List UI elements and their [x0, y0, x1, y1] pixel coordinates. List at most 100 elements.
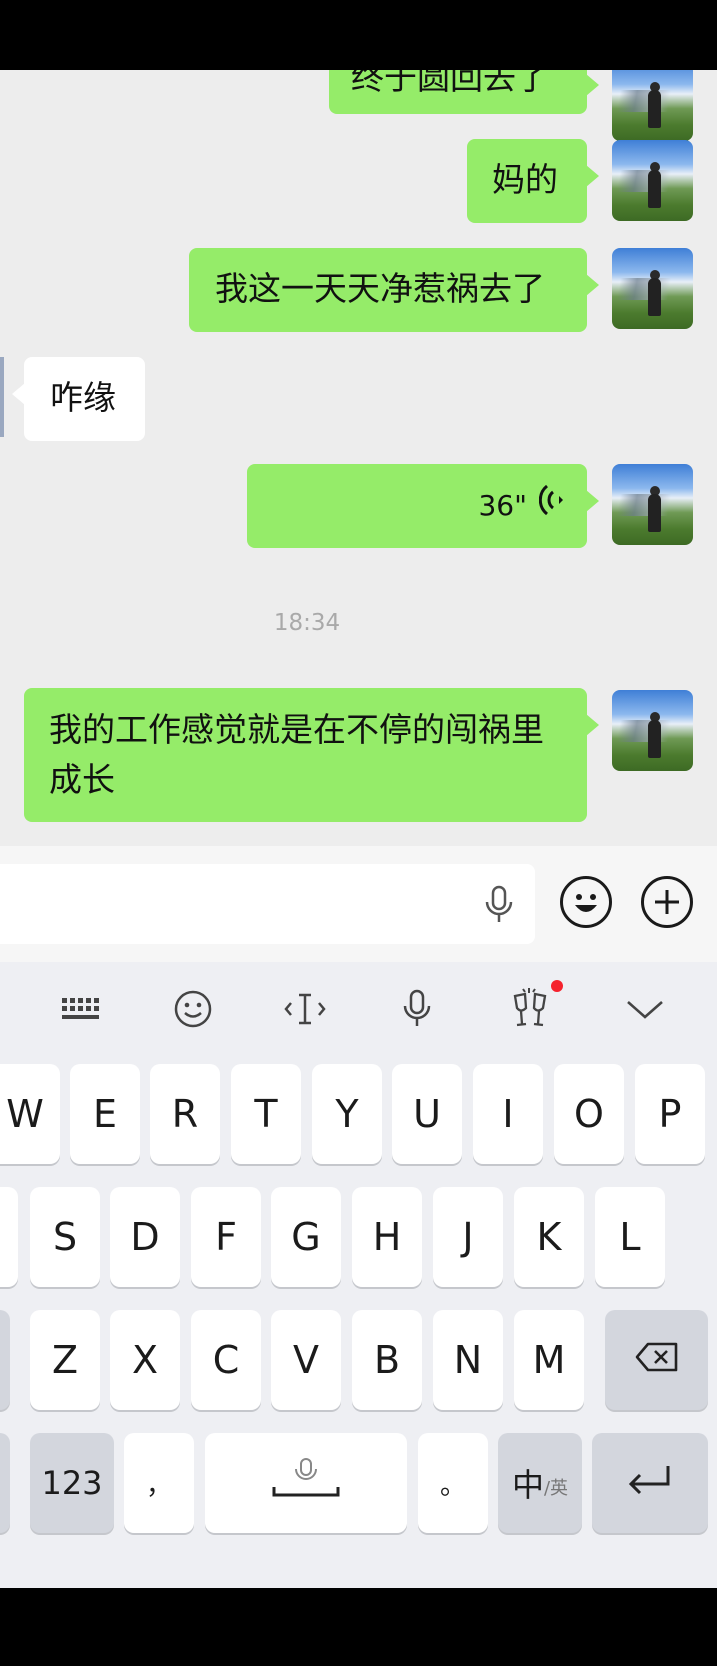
symbol-key-partial[interactable]: [0, 1433, 10, 1533]
backspace-icon: [634, 1338, 680, 1382]
key-n[interactable]: N: [433, 1310, 503, 1410]
voice-input-icon[interactable]: [483, 884, 515, 930]
key-label: Y: [335, 1092, 359, 1136]
plus-icon[interactable]: [641, 876, 693, 928]
voice-duration: 36": [478, 489, 527, 522]
key-d[interactable]: D: [110, 1187, 180, 1287]
key-label: L: [619, 1215, 641, 1259]
key-label: O: [574, 1092, 604, 1136]
emoji-icon[interactable]: [560, 876, 612, 928]
shift-key-partial[interactable]: [0, 1310, 10, 1410]
voice-message[interactable]: 36": [247, 464, 599, 548]
key-label: B: [373, 1338, 401, 1382]
chat-input-bar: [0, 846, 717, 962]
key-t[interactable]: T: [231, 1064, 301, 1164]
space-mic-icon: [271, 1457, 341, 1510]
key-label: C: [212, 1338, 240, 1382]
message-bubble[interactable]: 终于圆回去了: [329, 70, 599, 114]
key-j[interactable]: J: [433, 1187, 503, 1287]
my-avatar[interactable]: [612, 248, 693, 329]
keyboard-emoji-icon[interactable]: [168, 984, 218, 1034]
numbers-key[interactable]: 123: [30, 1433, 114, 1533]
comma-key[interactable]: ，: [124, 1433, 194, 1533]
key-o[interactable]: O: [554, 1064, 624, 1164]
navigation-bar: [0, 1588, 717, 1666]
my-avatar[interactable]: [612, 70, 693, 141]
message-timestamp: 18:34: [273, 610, 341, 636]
key-label: U: [413, 1092, 441, 1136]
message-text: 咋缘: [50, 378, 116, 417]
message-bubble[interactable]: 妈的: [467, 139, 599, 223]
message-text: 妈的: [492, 160, 558, 199]
phone-screen: 终于圆回去了 妈的 我这一天天净惹祸去了 咋缘 36" 18:34 我的工作感觉…: [0, 0, 717, 1666]
my-avatar[interactable]: [612, 690, 693, 771]
key-label: E: [92, 1092, 117, 1136]
key-label: F: [215, 1215, 237, 1259]
key-w[interactable]: W: [0, 1064, 60, 1164]
key-a-partial[interactable]: [0, 1187, 18, 1287]
key-label: T: [254, 1092, 278, 1136]
key-g[interactable]: G: [271, 1187, 341, 1287]
key-label: D: [130, 1215, 160, 1259]
key-p[interactable]: P: [635, 1064, 705, 1164]
key-label: R: [171, 1092, 199, 1136]
cursor-icon[interactable]: [280, 984, 330, 1034]
key-f[interactable]: F: [191, 1187, 261, 1287]
message-text: 我这一天天净惹祸去了: [215, 269, 545, 308]
message-bubble[interactable]: 我的工作感觉就是在不停的闯祸里 成长: [24, 688, 599, 822]
keyboard: W E R T Y U I O P S D F G H J K L Z X C …: [0, 962, 717, 1588]
key-label: 123: [41, 1464, 103, 1502]
enter-icon: [626, 1461, 674, 1505]
key-label: Z: [51, 1338, 79, 1382]
key-z[interactable]: Z: [30, 1310, 100, 1410]
key-i[interactable]: I: [473, 1064, 543, 1164]
my-avatar[interactable]: [612, 464, 693, 545]
key-y[interactable]: Y: [312, 1064, 382, 1164]
space-key[interactable]: [205, 1433, 407, 1533]
collapse-chevron-icon[interactable]: [620, 984, 670, 1034]
key-label: K: [536, 1215, 562, 1259]
key-label: ，: [145, 1470, 172, 1501]
key-k[interactable]: K: [514, 1187, 584, 1287]
key-e[interactable]: E: [70, 1064, 140, 1164]
key-label: M: [532, 1338, 566, 1382]
key-sublabel: /英: [543, 1478, 569, 1499]
message-text: 终于圆回去了: [351, 70, 549, 97]
message-text: 我的工作感觉就是在不停的闯祸里: [49, 710, 544, 749]
key-label: H: [372, 1215, 402, 1259]
key-v[interactable]: V: [271, 1310, 341, 1410]
key-r[interactable]: R: [150, 1064, 220, 1164]
message-input[interactable]: [0, 864, 535, 944]
key-label: I: [502, 1092, 514, 1136]
key-label: 中: [511, 1466, 544, 1504]
key-s[interactable]: S: [30, 1187, 100, 1287]
key-label: N: [453, 1338, 483, 1382]
key-c[interactable]: C: [191, 1310, 261, 1410]
keyboard-grid-icon[interactable]: [55, 984, 105, 1034]
key-m[interactable]: M: [514, 1310, 584, 1410]
message-bubble[interactable]: 咋缘: [12, 357, 145, 441]
key-h[interactable]: H: [352, 1187, 422, 1287]
backspace-key[interactable]: [605, 1310, 708, 1410]
key-x[interactable]: X: [110, 1310, 180, 1410]
keyboard-mic-icon[interactable]: [392, 984, 442, 1034]
notification-dot: [551, 980, 563, 992]
key-label: S: [52, 1215, 78, 1259]
key-u[interactable]: U: [392, 1064, 462, 1164]
key-label: G: [291, 1215, 321, 1259]
cheers-icon[interactable]: [505, 980, 563, 1034]
key-label: 。: [439, 1470, 466, 1501]
enter-key[interactable]: [592, 1433, 708, 1533]
my-avatar[interactable]: [612, 140, 693, 221]
key-b[interactable]: B: [352, 1310, 422, 1410]
key-l[interactable]: L: [595, 1187, 665, 1287]
their-avatar-edge[interactable]: [0, 357, 4, 437]
period-key[interactable]: 。: [418, 1433, 488, 1533]
chat-area[interactable]: 终于圆回去了 妈的 我这一天天净惹祸去了 咋缘 36" 18:34 我的工作感觉…: [0, 70, 717, 846]
message-bubble[interactable]: 我这一天天净惹祸去了: [189, 248, 599, 332]
voice-wave-icon: [538, 481, 565, 531]
language-switch-key[interactable]: 中/英: [498, 1433, 582, 1533]
message-text: 成长: [49, 760, 115, 799]
key-label: P: [658, 1092, 682, 1136]
key-label: V: [293, 1338, 319, 1382]
